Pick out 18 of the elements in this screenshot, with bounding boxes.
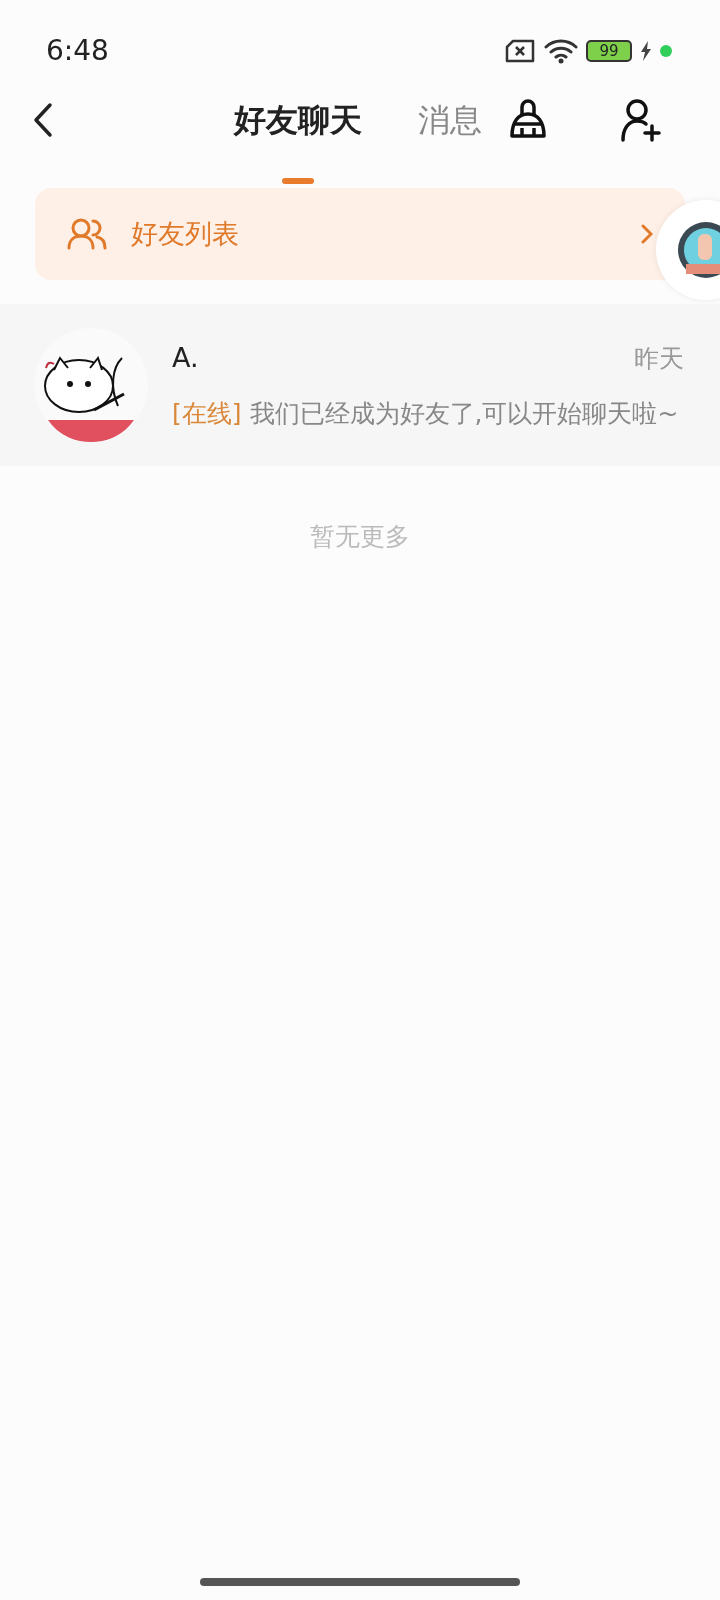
sim-card-icon xyxy=(504,39,536,63)
message-preview: 我们已经成为好友了,可以开始聊天啦~ xyxy=(249,397,679,430)
chat-item[interactable]: A. 昨天 [在线] 我们已经成为好友了,可以开始聊天啦~ xyxy=(0,304,720,466)
chevron-right-icon xyxy=(641,224,653,244)
online-status: [在线] xyxy=(172,397,242,430)
tab[interactable]: 好友聊天 xyxy=(234,96,362,144)
battery-icon: 99 xyxy=(586,40,632,62)
message-time: 昨天 xyxy=(634,342,684,375)
back-icon[interactable] xyxy=(32,102,54,138)
end-of-list-note: 暂无更多 xyxy=(310,522,410,551)
status-time: 6:48 xyxy=(46,33,109,69)
tab-indicator xyxy=(282,178,314,184)
charging-icon xyxy=(640,41,652,61)
status-dot-icon xyxy=(660,45,672,57)
add-friend-icon[interactable] xyxy=(620,98,662,142)
friends-icon xyxy=(67,218,107,250)
wifi-icon xyxy=(544,38,578,64)
contact-name: A. xyxy=(172,341,199,375)
